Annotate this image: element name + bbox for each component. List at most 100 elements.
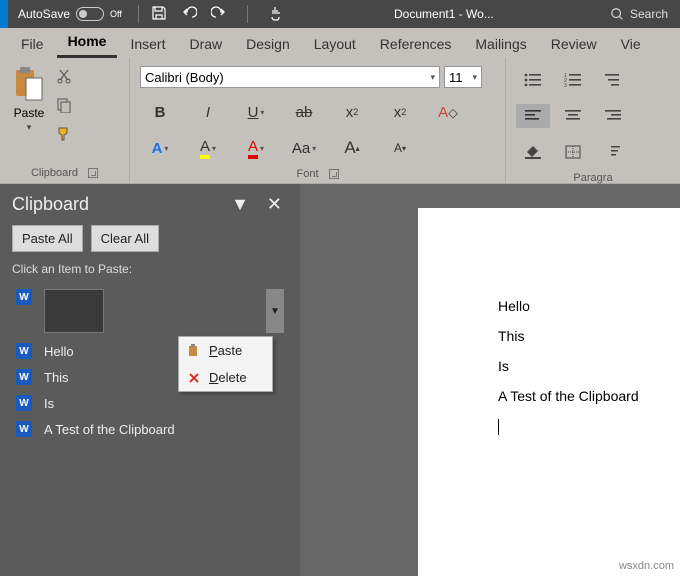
tab-file[interactable]: File [10, 30, 55, 58]
italic-button[interactable]: I [188, 100, 228, 124]
subscript-button[interactable]: x2 [332, 100, 372, 124]
font-size-combo[interactable]: 11▾ [444, 66, 482, 88]
word-icon: W [16, 343, 32, 359]
shading-button[interactable] [516, 140, 550, 164]
multilevel-button[interactable] [596, 68, 630, 92]
tab-home[interactable]: Home [57, 27, 118, 58]
paste-all-button[interactable]: Paste All [12, 225, 83, 252]
toggle-icon [76, 7, 104, 21]
tab-references[interactable]: References [369, 30, 463, 58]
undo-icon[interactable] [181, 5, 197, 24]
search-box[interactable]: Search [598, 7, 680, 21]
highlight-button[interactable]: A▾ [188, 136, 228, 160]
pane-options-icon[interactable]: ▼ [219, 194, 261, 215]
quick-access-toolbar [145, 5, 290, 24]
superscript-button[interactable]: x2 [380, 100, 420, 124]
autosave-toggle[interactable]: AutoSave Off [8, 7, 132, 21]
doc-cursor-line [498, 418, 680, 435]
font-name-value: Calibri (Body) [145, 70, 224, 85]
change-case-button[interactable]: Aa▾ [284, 136, 324, 160]
tab-mailings[interactable]: Mailings [464, 30, 537, 58]
underline-button[interactable]: U▾ [236, 100, 276, 124]
group-paragraph: 123 Paragra [506, 58, 680, 183]
text-effects-button[interactable]: A▾ [140, 136, 180, 160]
paste-icon [187, 344, 201, 358]
separator [138, 5, 139, 23]
align-center-button[interactable] [556, 104, 590, 128]
paste-label: Paste [14, 106, 45, 120]
group-font-label: Font [296, 168, 318, 180]
redo-icon[interactable] [211, 5, 227, 24]
cut-icon[interactable] [56, 68, 72, 87]
watermark: wsxdn.com [619, 560, 674, 572]
strikethrough-button[interactable]: ab [284, 100, 324, 124]
tab-insert[interactable]: Insert [119, 30, 176, 58]
dialog-launcher-icon[interactable] [329, 169, 339, 179]
bold-button[interactable]: B [140, 100, 180, 124]
paste-button[interactable]: Paste ▾ [6, 62, 52, 165]
document-title: Document1 - Wo... [290, 7, 598, 21]
clipboard-pane-title: Clipboard [12, 194, 219, 215]
tab-layout[interactable]: Layout [303, 30, 367, 58]
autosave-label: AutoSave [18, 7, 70, 21]
close-icon[interactable]: ✕ [261, 194, 288, 215]
clear-all-button[interactable]: Clear All [91, 225, 159, 252]
separator [247, 5, 248, 23]
clipboard-item-text: Hello [44, 344, 74, 359]
chevron-down-icon: ▾ [27, 122, 32, 133]
ribbon: Paste ▾ Clipboard Calibri (Body)▾ 11▾ B … [0, 58, 680, 184]
text-cursor [498, 419, 499, 435]
paste-icon [12, 66, 46, 104]
bullets-button[interactable] [516, 68, 550, 92]
word-icon: W [16, 421, 32, 437]
ribbon-tabs: File Home Insert Draw Design Layout Refe… [0, 28, 680, 58]
autosave-state: Off [110, 9, 122, 19]
ctx-delete[interactable]: Delete [179, 364, 272, 391]
numbering-button[interactable]: 123 [556, 68, 590, 92]
copy-icon[interactable] [56, 97, 72, 116]
tab-review[interactable]: Review [540, 30, 608, 58]
grow-font-button[interactable]: A▴ [332, 136, 372, 160]
item-dropdown-icon[interactable]: ▼ [266, 289, 284, 333]
align-right-button[interactable] [596, 104, 630, 128]
shrink-font-button[interactable]: A▾ [380, 136, 420, 160]
doc-line: Hello [498, 298, 680, 314]
save-icon[interactable] [151, 5, 167, 24]
title-bar: AutoSave Off Document1 - Wo... Search [0, 0, 680, 28]
word-icon: W [16, 395, 32, 411]
clipboard-item[interactable]: W Is [12, 390, 288, 416]
touch-mode-icon[interactable] [268, 5, 284, 24]
clipboard-preview-thumb [44, 289, 104, 333]
clipboard-item[interactable]: W ▼ [12, 284, 288, 338]
search-icon [610, 7, 624, 21]
group-clipboard: Paste ▾ Clipboard [0, 58, 130, 183]
align-left-button[interactable] [516, 104, 550, 128]
ctx-paste[interactable]: Paste [179, 337, 272, 364]
page[interactable]: Hello This Is A Test of the Clipboard [418, 208, 680, 576]
borders-button[interactable] [556, 140, 590, 164]
document-area[interactable]: Hello This Is A Test of the Clipboard [300, 184, 680, 576]
word-icon: W [16, 289, 32, 305]
dialog-launcher-icon[interactable] [88, 168, 98, 178]
delete-icon [187, 371, 201, 385]
chevron-down-icon: ▾ [472, 72, 477, 83]
clipboard-pane: Clipboard ▼ ✕ Paste All Clear All Click … [0, 184, 300, 576]
clear-format-button[interactable]: A◇ [428, 100, 468, 124]
tab-design[interactable]: Design [235, 30, 301, 58]
svg-text:3: 3 [564, 83, 567, 87]
tab-draw[interactable]: Draw [178, 30, 233, 58]
doc-line: A Test of the Clipboard [498, 388, 680, 404]
group-font: Calibri (Body)▾ 11▾ B I U▾ ab x2 x2 A◇ A… [130, 58, 506, 183]
clipboard-item[interactable]: W A Test of the Clipboard [12, 416, 288, 442]
context-menu: Paste Delete [178, 336, 273, 392]
group-paragraph-label: Paragra [573, 172, 612, 184]
sort-button[interactable] [596, 140, 630, 164]
font-name-combo[interactable]: Calibri (Body)▾ [140, 66, 440, 88]
format-painter-icon[interactable] [56, 126, 72, 145]
search-label: Search [630, 7, 668, 21]
accent-edge [0, 0, 8, 28]
clipboard-item-text: A Test of the Clipboard [44, 422, 175, 437]
tab-view[interactable]: Vie [610, 30, 652, 58]
font-color-button[interactable]: A▾ [236, 136, 276, 160]
group-clipboard-label: Clipboard [31, 167, 78, 179]
